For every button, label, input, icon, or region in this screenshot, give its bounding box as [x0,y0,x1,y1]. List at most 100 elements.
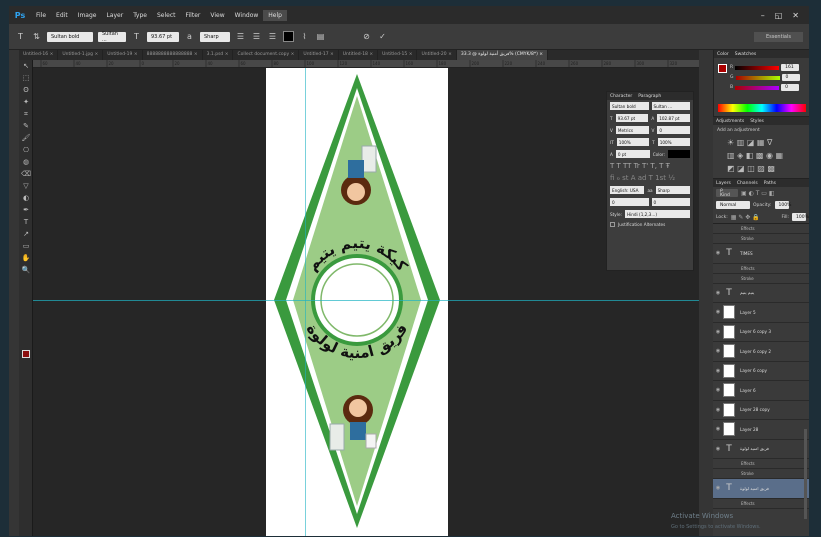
tool-button[interactable]: ↗ [19,228,33,240]
eye-icon[interactable]: ◉ [713,290,723,296]
char-font-family[interactable]: Sultan bold [610,102,649,110]
layers-scrollbar[interactable] [804,429,807,519]
close-button[interactable]: ✕ [792,11,799,20]
restore-button[interactable]: ◱ [775,11,783,20]
layer-effect-row[interactable]: Stroke [713,234,809,244]
tool-button[interactable]: ⎔ [19,144,33,156]
layer-row[interactable]: ◉ Layer 5 [713,303,809,323]
eye-icon[interactable]: ◉ [713,407,723,413]
doc-tab[interactable]: Collect document.copy × [233,50,300,60]
tool-button[interactable]: 🖌 [19,132,33,144]
tool-button[interactable]: ◍ [19,156,33,168]
doc-tab[interactable]: 8888888888888888 × [143,50,203,60]
font-style-select[interactable]: Sultan ... [98,31,126,43]
tool-button[interactable]: ʘ [19,84,33,96]
eye-icon[interactable]: ◉ [713,426,723,432]
char-vscale[interactable]: 100% [616,138,650,146]
guide-vertical[interactable] [305,68,306,536]
b-slider[interactable] [735,85,780,90]
align-center-icon[interactable]: ☰ [251,31,262,42]
font-family-select[interactable]: Sultan bold [47,31,93,42]
canvas-area[interactable]: كيكة يتيم يتيم فريق امنية لولوة Characte… [33,68,699,536]
layer-row[interactable]: ◉ T فريق امنية لولوة [713,479,809,499]
char-aa[interactable]: Sharp [655,186,691,194]
menu-window[interactable]: Window [230,10,264,21]
char-leading[interactable]: 102.87 pt [657,114,690,122]
layer-effect-row[interactable]: Effects [713,499,809,509]
menu-file[interactable]: File [31,10,51,21]
tab-color[interactable]: Color [717,52,729,57]
minimize-button[interactable]: – [761,11,765,20]
doc-tab[interactable]: Untitled-18 × [339,50,379,60]
eye-icon[interactable]: ◉ [713,446,723,452]
workspace-select[interactable]: Essentials [753,31,803,42]
char-font-style[interactable]: Sultan ... [651,102,690,110]
opentype-buttons[interactable]: fi ℴ st A ad T 1st ½ [607,172,693,184]
layer-row[interactable]: ◉ T TIMES [713,244,809,264]
faux-style-buttons[interactable]: T T TT Tr T' T, T Ŧ [607,160,693,172]
tool-button[interactable]: ⌫ [19,168,33,180]
layer-row[interactable]: ◉ T فريق امنية لولوة [713,440,809,459]
char-language[interactable]: English: USA [610,186,645,194]
tab-paragraph[interactable]: Paragraph [638,94,661,99]
char-lang-field-1[interactable]: 0 [610,198,649,206]
doc-tab[interactable]: Untitled-16 × [19,50,59,60]
layer-row[interactable]: ◉ Layer 6 copy 2 [713,342,809,362]
layer-row[interactable]: ◉ T يتيم يتيم [713,284,809,303]
foreground-color-chip[interactable] [22,350,30,358]
r-slider[interactable] [735,65,780,70]
doc-tab[interactable]: 3.1.psd × [203,50,234,60]
tool-button[interactable]: ↖ [19,60,33,72]
color-spectrum-bar[interactable] [718,104,806,112]
menu-filter[interactable]: Filter [181,10,206,21]
layer-filter-icons[interactable]: ▣ ◐ T ▭ ◧ [741,190,775,197]
char-kerning[interactable]: Metrics [615,126,649,134]
char-tracking[interactable]: 0 [657,126,690,134]
tab-character[interactable]: Character [610,94,632,99]
tab-paths[interactable]: Paths [764,181,776,186]
type-tool-icon[interactable]: T [15,31,26,42]
tool-button[interactable]: T [19,216,33,228]
panels-toggle-icon[interactable]: ▤ [315,31,326,42]
orientation-icon[interactable]: ⇅ [31,31,42,42]
eye-icon[interactable]: ◉ [713,387,723,393]
eye-icon[interactable]: ◉ [713,309,723,315]
foreground-color-swatch[interactable] [718,64,727,73]
r-value[interactable]: 161 [781,64,800,71]
doc-tab[interactable]: Untitled-20 × [417,50,457,60]
b-value[interactable]: 0 [781,84,800,91]
layer-effect-row[interactable]: Stroke [713,469,809,479]
tool-button[interactable]: ✦ [19,96,33,108]
doc-tab[interactable]: Untitled-1.jpg × [58,50,104,60]
text-color-swatch[interactable] [283,31,294,42]
layer-row[interactable]: ◉ Layer 6 [713,381,809,401]
layer-effect-row[interactable]: Stroke [713,274,809,284]
char-color-swatch[interactable] [668,150,690,158]
eye-icon[interactable]: ◉ [713,348,723,354]
eye-icon[interactable]: ◉ [713,485,723,491]
menu-select[interactable]: Select [152,10,181,21]
doc-tab-active[interactable]: فريق أمنية لولوة @ 33.3% (CMYK/8*) × [456,50,549,60]
eye-icon[interactable]: ◉ [713,250,723,256]
align-right-icon[interactable]: ☰ [267,31,278,42]
tool-button[interactable]: ✎ [19,120,33,132]
menu-image[interactable]: Image [73,10,102,21]
layer-row[interactable]: ◉ Layer 28 [713,420,809,440]
g-value[interactable]: 0 [781,74,800,81]
lock-icons[interactable]: ▦ ✎ ✥ 🔒 [731,214,760,221]
adjustment-icons[interactable]: ☀ ▥ ◪ ▦ ∇ ▥ ◈ ◧ ▩ ◉ ▦ ◩ ◪ ◫ ▨ ▩ [713,136,809,175]
tool-button[interactable]: ✒ [19,204,33,216]
tool-button[interactable]: ◐ [19,192,33,204]
char-size[interactable]: 93.67 pt [615,114,649,122]
tool-button[interactable]: ▭ [19,240,33,252]
align-left-icon[interactable]: ☰ [235,31,246,42]
tool-button[interactable]: ▽ [19,180,33,192]
blend-mode-select[interactable]: Normal [716,201,750,209]
char-baseline[interactable]: 0 pt [615,150,650,158]
doc-tab[interactable]: Untitled-17 × [299,50,339,60]
tool-button[interactable]: ⬚ [19,72,33,84]
cancel-icon[interactable]: ⊘ [361,31,372,42]
tool-button[interactable]: ⌗ [19,108,33,120]
layer-filter-kind[interactable]: ρ Kind [716,188,738,198]
fill-value[interactable]: 100% [792,213,809,221]
